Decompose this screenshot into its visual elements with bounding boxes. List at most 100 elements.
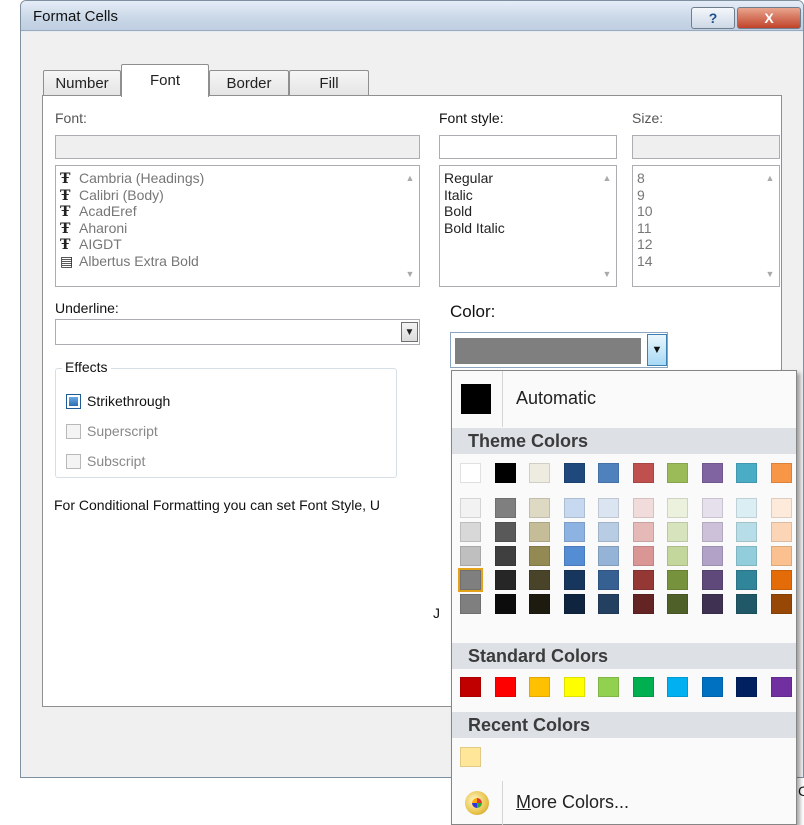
theme-color-swatch[interactable]	[598, 522, 619, 542]
theme-color-swatch[interactable]	[667, 498, 688, 518]
theme-color-swatch[interactable]	[736, 594, 757, 614]
theme-color-swatch[interactable]	[701, 594, 723, 614]
theme-color-swatch[interactable]	[598, 463, 619, 483]
list-item[interactable]: Regular	[444, 170, 616, 187]
theme-color-swatch[interactable]	[770, 546, 792, 566]
list-item[interactable]: Ŧ Calibri (Body)	[60, 187, 419, 204]
theme-color-swatch[interactable]	[632, 522, 654, 542]
standard-color-swatch[interactable]	[701, 677, 723, 697]
theme-color-swatch[interactable]	[529, 463, 550, 483]
list-item[interactable]: 12	[637, 236, 779, 253]
chevron-down-icon[interactable]: ▼	[401, 322, 418, 342]
theme-color-swatch[interactable]	[494, 546, 516, 566]
scroll-up-icon[interactable]: ▲	[401, 170, 419, 186]
standard-color-swatch[interactable]	[529, 677, 550, 697]
theme-color-swatch[interactable]	[598, 594, 619, 614]
checkbox-icon[interactable]	[66, 424, 81, 439]
font-name-input[interactable]	[55, 135, 420, 159]
theme-color-swatch[interactable]	[736, 570, 757, 590]
theme-color-swatch[interactable]	[667, 546, 688, 566]
theme-color-swatch[interactable]	[632, 570, 654, 590]
font-style-scrollbar[interactable]: ▲ ▼	[598, 166, 616, 286]
theme-color-swatch[interactable]	[770, 594, 792, 614]
theme-color-swatch[interactable]	[460, 498, 481, 518]
tab-number[interactable]: Number	[43, 70, 121, 97]
theme-color-swatch[interactable]	[667, 594, 688, 614]
theme-color-swatch[interactable]	[701, 570, 723, 590]
standard-color-swatch[interactable]	[598, 677, 619, 697]
list-item[interactable]: Bold	[444, 203, 616, 220]
theme-color-swatch[interactable]	[563, 570, 585, 590]
scroll-up-icon[interactable]: ▲	[598, 170, 616, 186]
theme-color-swatch[interactable]	[563, 522, 585, 542]
theme-color-swatch[interactable]	[529, 570, 550, 590]
standard-color-swatch[interactable]	[460, 677, 481, 697]
list-item[interactable]: ▤ Albertus Extra Bold	[60, 253, 419, 270]
strikethrough-checkbox[interactable]: Strikethrough	[66, 393, 170, 411]
theme-color-swatch[interactable]	[598, 546, 619, 566]
more-colors-option[interactable]: More Colors...	[452, 781, 796, 825]
font-style-input[interactable]	[439, 135, 617, 159]
list-item[interactable]: Ŧ Cambria (Headings)	[60, 170, 419, 187]
theme-color-swatch[interactable]	[701, 498, 723, 518]
title-bar[interactable]: Format Cells ? X	[21, 1, 803, 31]
font-list[interactable]: Ŧ Cambria (Headings) Ŧ Calibri (Body) Ŧ Aca…	[55, 165, 420, 287]
theme-color-swatch[interactable]	[667, 463, 688, 483]
theme-color-swatch[interactable]	[770, 498, 792, 518]
theme-color-swatch[interactable]	[770, 522, 792, 542]
checkbox-checked-icon[interactable]	[66, 394, 81, 409]
theme-color-swatch[interactable]	[632, 594, 654, 614]
theme-color-swatch[interactable]	[632, 463, 654, 483]
theme-color-swatch[interactable]	[632, 546, 654, 566]
standard-color-swatch[interactable]	[632, 677, 654, 697]
theme-color-swatch[interactable]	[701, 546, 723, 566]
theme-color-swatch[interactable]	[701, 522, 723, 542]
theme-color-swatch[interactable]	[770, 463, 792, 483]
theme-color-swatch[interactable]	[736, 546, 757, 566]
list-item[interactable]: 10	[637, 203, 779, 220]
list-item[interactable]: 14	[637, 253, 779, 270]
theme-color-swatch[interactable]	[632, 498, 654, 518]
theme-color-swatch[interactable]	[529, 594, 550, 614]
theme-color-swatch-selected[interactable]	[458, 568, 483, 592]
tab-border[interactable]: Border	[209, 70, 289, 97]
theme-color-swatch[interactable]	[494, 498, 516, 518]
list-item[interactable]: Ŧ AIGDT	[60, 236, 419, 253]
theme-color-swatch[interactable]	[494, 522, 516, 542]
recent-color-swatch[interactable]	[460, 747, 481, 767]
font-style-list[interactable]: Regular Italic Bold Bold Italic ▲ ▼	[439, 165, 617, 287]
theme-color-swatch[interactable]	[770, 570, 792, 590]
theme-color-swatch[interactable]	[460, 546, 481, 566]
list-item[interactable]: 8	[637, 170, 779, 187]
theme-color-swatch[interactable]	[460, 522, 481, 542]
scroll-down-icon[interactable]: ▼	[761, 266, 779, 282]
theme-color-swatch[interactable]	[598, 570, 619, 590]
theme-color-swatch[interactable]	[736, 498, 757, 518]
theme-color-swatch[interactable]	[563, 546, 585, 566]
chevron-down-icon[interactable]: ▼	[647, 334, 667, 366]
standard-color-swatch[interactable]	[770, 677, 792, 697]
list-item[interactable]: Bold Italic	[444, 220, 616, 237]
theme-color-swatch[interactable]	[736, 463, 757, 483]
theme-color-swatch[interactable]	[529, 546, 550, 566]
theme-color-swatch[interactable]	[598, 498, 619, 518]
theme-color-swatch[interactable]	[494, 570, 516, 590]
theme-color-swatch[interactable]	[460, 594, 481, 614]
list-item[interactable]: Ŧ AcadEref	[60, 203, 419, 220]
theme-color-swatch[interactable]	[667, 522, 688, 542]
list-item[interactable]: Italic	[444, 187, 616, 204]
tab-fill[interactable]: Fill	[289, 70, 369, 97]
color-dropdown[interactable]: ▼	[450, 332, 668, 368]
checkbox-icon[interactable]	[66, 454, 81, 469]
theme-color-swatch[interactable]	[736, 522, 757, 542]
help-button[interactable]: ?	[691, 7, 735, 29]
size-list[interactable]: 8 9 10 11 12 14 ▲ ▼	[632, 165, 780, 287]
theme-color-swatch[interactable]	[701, 463, 723, 483]
superscript-checkbox[interactable]: Superscript	[66, 423, 158, 441]
standard-color-swatch[interactable]	[667, 677, 688, 697]
theme-color-swatch[interactable]	[494, 594, 516, 614]
theme-color-swatch[interactable]	[667, 570, 688, 590]
theme-color-swatch[interactable]	[529, 498, 550, 518]
size-input[interactable]	[632, 135, 780, 159]
underline-dropdown[interactable]: ▼	[55, 319, 420, 345]
